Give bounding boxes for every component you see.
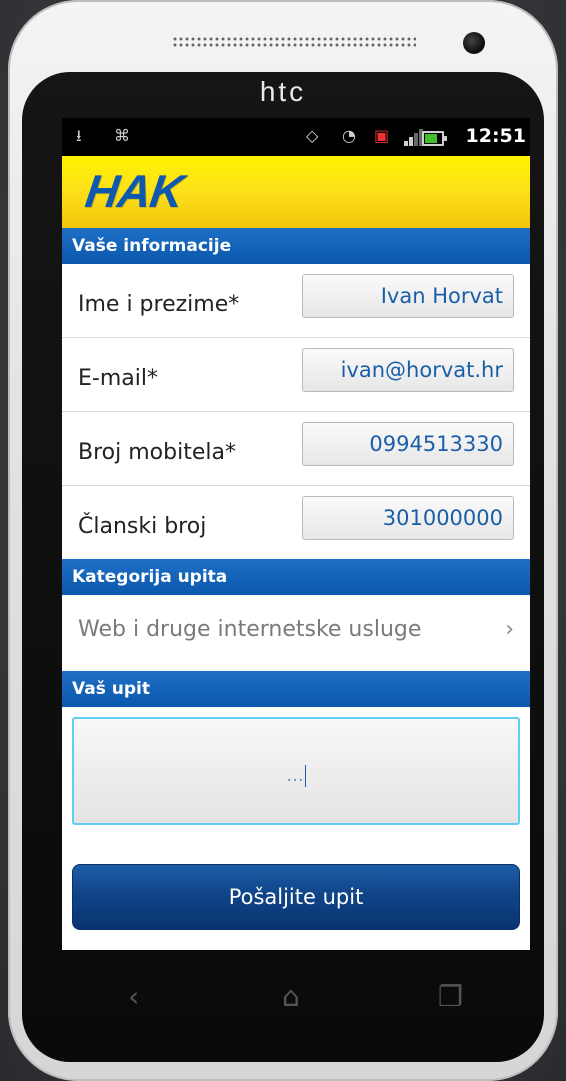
email-input[interactable]: ivan@horvat.hr <box>302 348 514 392</box>
category-value: Web i druge internetske usluge <box>78 617 422 642</box>
category-selector[interactable]: Web i druge internetske usluge › <box>62 595 530 671</box>
section-info-title: Vaše informacije <box>62 228 530 264</box>
query-textarea[interactable]: ... <box>72 717 520 825</box>
chevron-right-icon: › <box>505 617 514 642</box>
battery-icon <box>422 131 447 146</box>
recents-icon[interactable]: ❐ <box>438 980 463 1013</box>
front-camera <box>463 32 485 54</box>
name-label: Ime i prezime* <box>78 292 240 317</box>
member-number-label: Članski broj <box>78 514 207 539</box>
query-placeholder: ... <box>286 765 306 787</box>
status-bar: ⭳ ⌘ ◇ ◔ ▣ 12:51 <box>62 118 530 156</box>
home-icon[interactable]: ⌂ <box>282 980 300 1013</box>
status-time: 12:51 <box>465 125 526 147</box>
usb-icon: ⭳ <box>76 126 82 145</box>
earpiece-speaker <box>172 36 416 48</box>
app-header: HAK <box>62 156 530 228</box>
submit-button[interactable]: Pošaljite upit <box>72 864 520 930</box>
no-sim-icon: ▣ <box>374 126 390 145</box>
form-row-member: Članski broj 301000000 <box>62 486 530 559</box>
screen: ⭳ ⌘ ◇ ◔ ▣ 12:51 HAK Vaše informacije Ime… <box>62 118 530 950</box>
form-row-mobile: Broj mobitela* 0994513330 <box>62 412 530 486</box>
signal-icon <box>404 128 424 146</box>
member-number-input[interactable]: 301000000 <box>302 496 514 540</box>
hak-logo: HAK <box>82 165 187 217</box>
form-row-email: E-mail* ivan@horvat.hr <box>62 338 530 412</box>
mobile-input[interactable]: 0994513330 <box>302 422 514 466</box>
android-debug-icon: ⌘ <box>114 126 130 145</box>
section-category-title: Kategorija upita <box>62 559 530 595</box>
email-label: E-mail* <box>78 366 158 391</box>
section-query-title: Vaš upit <box>62 671 530 707</box>
name-input[interactable]: Ivan Horvat <box>302 274 514 318</box>
device-brand: htc <box>259 76 307 107</box>
nav-bar: ‹ ⌂ ❐ <box>62 950 530 1048</box>
query-area: ... <box>62 707 530 857</box>
form-row-name: Ime i prezime* Ivan Horvat <box>62 264 530 338</box>
wifi-icon: ◔ <box>342 126 356 145</box>
mobile-label: Broj mobitela* <box>78 440 236 465</box>
back-icon[interactable]: ‹ <box>128 980 139 1013</box>
text-caret <box>304 765 306 787</box>
vibrate-icon: ◇ <box>306 126 319 145</box>
